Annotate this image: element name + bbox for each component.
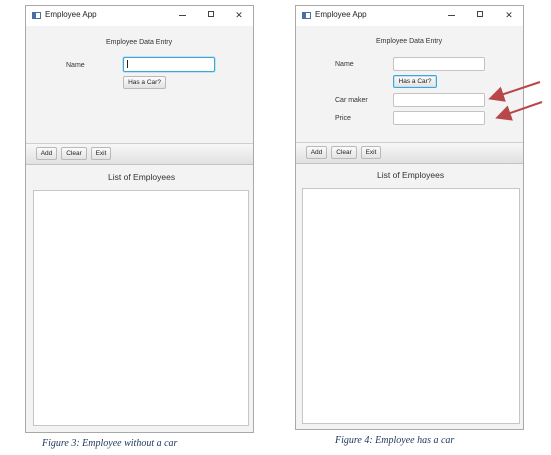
action-toolbar: Add Clear Exit [296, 142, 523, 164]
name-input[interactable] [123, 57, 215, 72]
minimize-icon[interactable] [179, 15, 186, 16]
arrow-to-price [495, 101, 543, 121]
title-bar[interactable]: Employee App ✕ [296, 6, 523, 26]
minimize-icon[interactable] [448, 15, 455, 16]
employee-list-title: List of Employees [377, 170, 445, 180]
exit-button-label: Exit [365, 149, 377, 156]
window-title: Employee App [45, 10, 97, 19]
clear-button[interactable]: Clear [61, 147, 87, 160]
car-maker-label: Car maker [335, 97, 368, 104]
app-icon [32, 12, 41, 19]
employee-app-window-2: Employee App ✕ Employee Data Entry Name … [295, 5, 524, 430]
figure-caption-2: Figure 4: Employee has a car [335, 435, 455, 446]
maximize-icon[interactable] [208, 11, 214, 17]
employee-list-title: List of Employees [108, 172, 176, 182]
figure-caption-1: Figure 3: Employee without a car [42, 438, 178, 449]
title-bar[interactable]: Employee App ✕ [26, 6, 253, 26]
price-label: Price [335, 115, 351, 122]
price-input[interactable] [393, 111, 485, 125]
window-title: Employee App [315, 10, 367, 19]
add-button[interactable]: Add [36, 147, 57, 160]
annotation-arrows [488, 81, 543, 121]
name-input[interactable] [393, 57, 485, 71]
car-maker-input[interactable] [393, 93, 485, 107]
arrow-to-car-maker [488, 81, 541, 102]
employee-app-window-1: Employee App ✕ Employee Data Entry Name … [25, 5, 254, 433]
clear-button-label: Clear [336, 149, 352, 156]
clear-button[interactable]: Clear [331, 146, 357, 159]
has-car-button[interactable]: Has a Car? [393, 75, 437, 88]
action-toolbar: Add Clear Exit [26, 143, 253, 165]
add-button-label: Add [310, 149, 323, 156]
employee-list[interactable] [302, 188, 520, 424]
text-caret [127, 60, 128, 68]
add-button-label: Add [40, 150, 53, 157]
form-heading: Employee Data Entry [106, 39, 173, 46]
employee-list[interactable] [33, 190, 249, 426]
close-icon[interactable]: ✕ [233, 10, 245, 20]
has-car-button[interactable]: Has a Car? [123, 76, 166, 89]
name-label: Name [66, 62, 85, 69]
add-button[interactable]: Add [306, 146, 327, 159]
form-heading: Employee Data Entry [376, 38, 443, 45]
exit-button[interactable]: Exit [361, 146, 381, 159]
has-car-button-label: Has a Car? [398, 78, 432, 85]
name-label: Name [335, 61, 354, 68]
exit-button[interactable]: Exit [91, 147, 111, 160]
has-car-button-label: Has a Car? [128, 79, 161, 86]
maximize-icon[interactable] [477, 11, 483, 17]
exit-button-label: Exit [95, 150, 107, 157]
app-icon [302, 12, 311, 19]
clear-button-label: Clear [66, 150, 82, 157]
close-icon[interactable]: ✕ [503, 10, 515, 20]
